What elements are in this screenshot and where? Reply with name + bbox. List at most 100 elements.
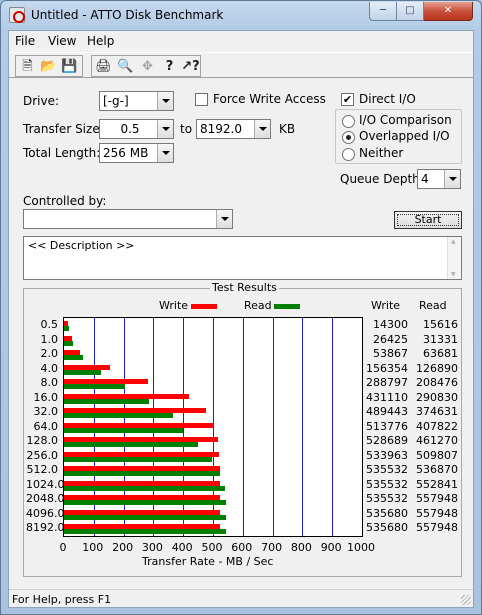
neither-label: Neither — [359, 146, 404, 160]
x-tick-label: 0 — [59, 541, 67, 554]
write-value: 489443 — [366, 405, 408, 419]
chevron-down-icon[interactable] — [157, 144, 173, 162]
close-button[interactable]: ✕ — [424, 2, 473, 21]
x-tick-label: 300 — [141, 541, 163, 554]
x-tick-label: 400 — [171, 541, 193, 554]
description-textarea[interactable]: << Description >> — [23, 236, 462, 280]
overlapped-io-radio[interactable] — [342, 131, 355, 144]
x-tick-label: 1000 — [347, 541, 375, 554]
chevron-down-icon[interactable] — [444, 170, 460, 188]
transfer-size-tick-label: 4.0 — [40, 361, 59, 375]
chevron-down-icon[interactable] — [157, 120, 173, 138]
queue-depth-value: 4 — [421, 172, 429, 186]
direct-io-label: Direct I/O — [359, 92, 416, 106]
drive-select[interactable]: [-g-] — [99, 91, 174, 111]
read-value: 31331 — [423, 332, 458, 346]
resize-grip-icon[interactable] — [461, 595, 471, 605]
chart-plot-area — [63, 317, 363, 537]
print-icon[interactable]: 🖨 — [93, 57, 114, 77]
read-value: 63681 — [423, 347, 458, 361]
total-length-label: Total Length: — [23, 146, 101, 160]
io-comparison-radio[interactable] — [342, 115, 355, 128]
read-bar — [64, 471, 221, 477]
save-icon[interactable]: 💾 — [59, 57, 80, 77]
controlled-by-label: Controlled by: — [23, 194, 107, 208]
description-scrollbar[interactable] — [447, 237, 461, 279]
transfer-size-label: Transfer Size: — [23, 122, 104, 136]
read-value: 208476 — [416, 376, 458, 390]
total-length-select[interactable]: 256 MB — [99, 143, 174, 163]
drive-select-value: [-g-] — [103, 94, 129, 108]
tools-toolbar-group: 🖨 🔍 ✥ ? ↗? — [91, 55, 201, 77]
read-value: 15616 — [423, 318, 458, 331]
help-icon[interactable]: ? — [159, 57, 180, 77]
read-bar — [64, 529, 227, 535]
transfer-size-tick-label: 1024.0 — [26, 477, 65, 491]
chart-gridline — [243, 318, 244, 536]
chevron-down-icon[interactable] — [157, 92, 173, 110]
transfer-size-tick-label: 128.0 — [26, 434, 59, 448]
transfer-size-tick-label: 4096.0 — [26, 506, 65, 520]
write-value: 26425 — [373, 332, 408, 346]
read-value: 509807 — [416, 448, 458, 462]
transfer-size-tick-label: 8192.0 — [26, 521, 65, 535]
read-value: 557948 — [416, 506, 458, 520]
transfer-size-tick-label: 1.0 — [40, 332, 59, 346]
new-file-icon[interactable]: 🗎 — [17, 57, 38, 77]
menu-help[interactable]: Help — [87, 34, 114, 48]
force-write-checkbox[interactable] — [195, 93, 208, 106]
read-bar — [64, 456, 213, 462]
queue-depth-select[interactable]: 4 — [417, 169, 461, 189]
read-bar — [64, 514, 227, 520]
write-legend-label: Write — [159, 299, 189, 312]
read-bar — [64, 384, 125, 390]
move-icon[interactable]: ✥ — [137, 57, 158, 77]
neither-radio[interactable] — [342, 148, 355, 161]
transfer-size-tick-label: 2048.0 — [26, 492, 65, 506]
read-bar — [64, 413, 174, 419]
open-folder-icon[interactable]: 📂 — [38, 57, 59, 77]
overlapped-io-label: Overlapped I/O — [359, 129, 450, 143]
write-value: 535680 — [366, 521, 408, 535]
write-value: 53867 — [373, 347, 408, 361]
description-text: << Description >> — [28, 239, 135, 252]
file-toolbar-group: 🗎 📂 💾 — [15, 55, 83, 77]
print-preview-icon[interactable]: 🔍 — [115, 57, 136, 77]
maximize-button[interactable]: □ — [397, 2, 424, 21]
read-value: 374631 — [416, 405, 458, 419]
x-tick-label: 100 — [82, 541, 104, 554]
transfer-size-tick-label: 512.0 — [26, 463, 59, 477]
chart-gridline — [302, 318, 303, 536]
test-results-title: Test Results — [210, 281, 279, 294]
title-bar[interactable]: Untitled - ATTO Disk Benchmark ─ □ ✕ — [1, 1, 481, 30]
status-text: For Help, press F1 — [12, 593, 112, 606]
transfer-size-from-select[interactable]: 0.5 — [99, 119, 174, 139]
context-help-icon[interactable]: ↗? — [180, 57, 201, 77]
write-column-header: Write — [371, 299, 401, 312]
transfer-size-tick-label: 32.0 — [33, 405, 59, 419]
read-value: 126890 — [416, 361, 458, 375]
minimize-button[interactable]: ─ — [369, 2, 397, 21]
write-value: 288797 — [366, 376, 408, 390]
chevron-down-icon[interactable] — [216, 210, 232, 228]
transfer-size-tick-label: 16.0 — [33, 390, 59, 404]
start-button[interactable]: Start — [394, 211, 462, 229]
chart-gridline — [332, 318, 333, 536]
read-bar — [64, 355, 83, 361]
write-value: 533963 — [366, 448, 408, 462]
queue-depth-label: Queue Depth: — [340, 172, 424, 186]
direct-io-checkbox[interactable]: ✔ — [341, 93, 354, 106]
x-tick-label: 700 — [261, 541, 283, 554]
chevron-down-icon[interactable] — [254, 120, 270, 138]
transfer-size-tick-label: 0.5 — [40, 318, 59, 331]
menu-view[interactable]: View — [48, 34, 76, 48]
x-axis-label: Transfer Rate - MB / Sec — [142, 555, 274, 568]
transfer-size-to-select[interactable]: 8192.0 — [196, 119, 271, 139]
menu-file[interactable]: File — [15, 34, 35, 48]
controlled-by-select[interactable] — [23, 209, 233, 229]
io-comparison-label: I/O Comparison — [359, 113, 452, 127]
write-value: 431110 — [366, 390, 408, 404]
unit-label: KB — [279, 122, 296, 136]
read-bar — [64, 427, 183, 433]
atto-app-icon — [9, 7, 25, 23]
